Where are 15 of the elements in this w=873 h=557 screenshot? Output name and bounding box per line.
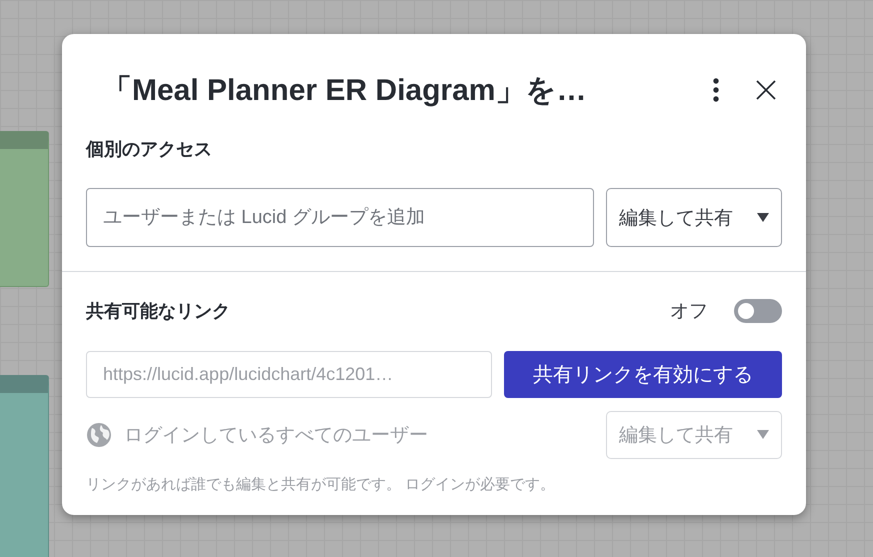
caret-icon xyxy=(757,212,769,222)
enable-link-button[interactable]: 共有リンクを有効にする xyxy=(504,351,782,398)
section-heading: 個別のアクセス xyxy=(86,138,213,161)
invite-field[interactable]: ユーザーまたは Lucid グループを追加 xyxy=(86,188,594,247)
caret-icon xyxy=(757,430,769,440)
link-note: リンクがあれば誰でも編集と共有が可能です。 ログインが必要です。 xyxy=(86,475,556,494)
audience-label: ログインしているすべてのユーザー xyxy=(124,424,428,448)
more-icon xyxy=(713,78,719,102)
role-select[interactable]: 編集して共有 xyxy=(606,188,782,247)
toggle-label: オフ xyxy=(670,300,708,324)
dialog-title: 「Meal Planner ER Diagram」を… xyxy=(102,72,588,108)
link-toggle[interactable] xyxy=(734,299,782,323)
globe-icon xyxy=(86,422,112,448)
section-heading: 共有可能なリンク xyxy=(86,300,230,323)
close-icon xyxy=(756,80,776,100)
